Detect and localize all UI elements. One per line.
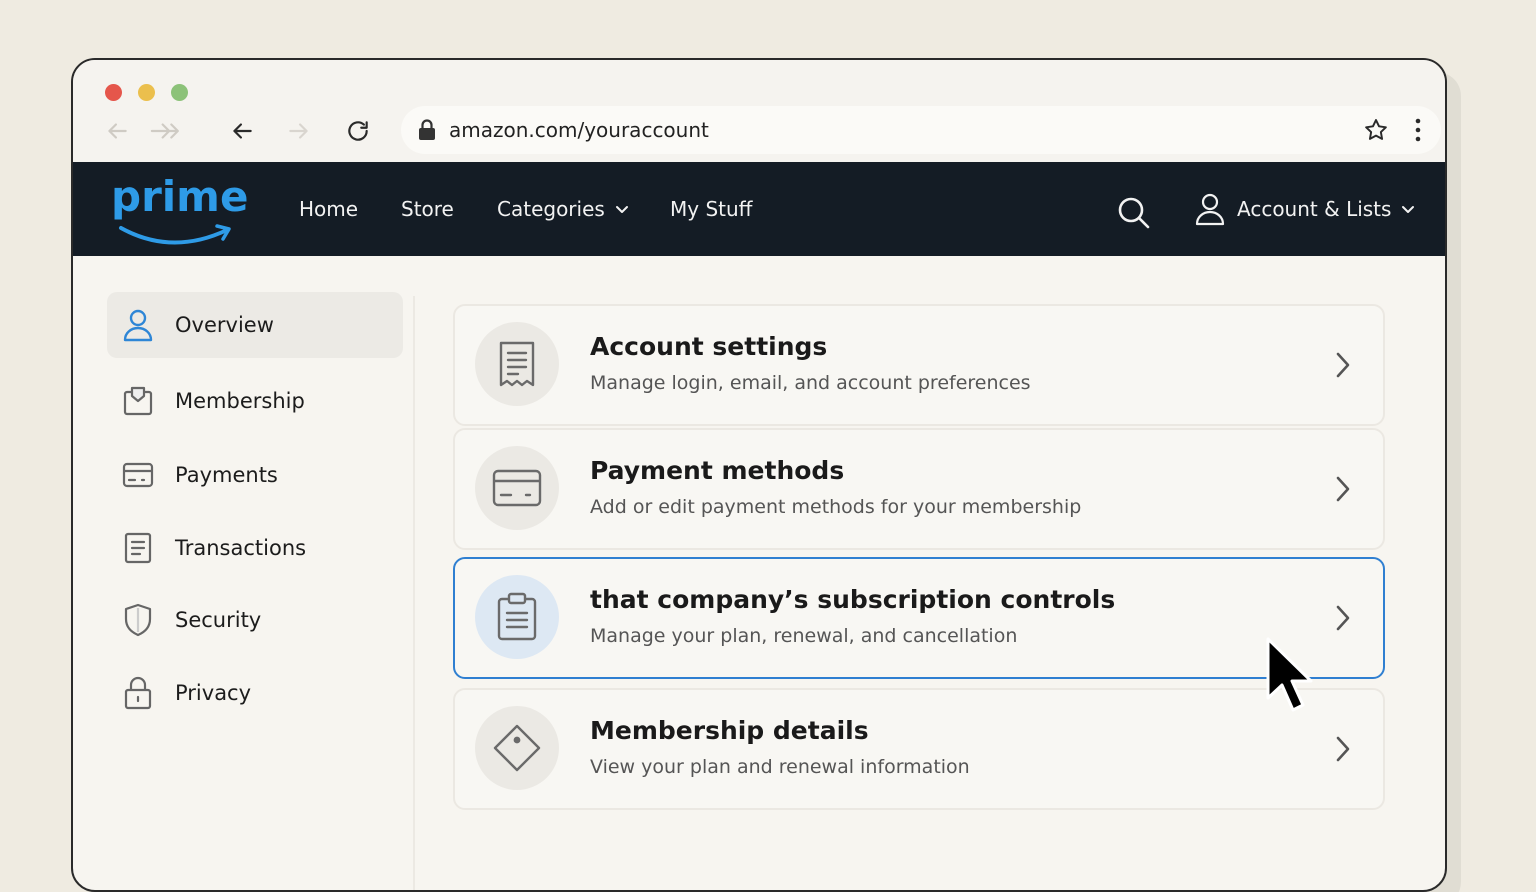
chevron-right-icon [1336, 736, 1350, 762]
search-icon[interactable] [1117, 196, 1151, 230]
browser-window: amazon.com/youraccount prime Home Store … [71, 58, 1447, 892]
account-settings-card[interactable]: Account settings Manage login, email, an… [453, 304, 1385, 426]
reload-button[interactable] [344, 117, 372, 145]
card-title: Membership details [590, 716, 869, 745]
sidebar-item-label: Membership [175, 389, 305, 413]
maximize-window-button[interactable] [171, 84, 188, 101]
nav-home-label: Home [299, 197, 359, 221]
credit-card-icon [121, 458, 155, 492]
card-title: Account settings [590, 332, 828, 361]
nav-my-stuff[interactable]: My Stuff [670, 162, 752, 256]
sidebar: Overview Membership Payments Transaction… [73, 256, 415, 890]
card-title: Payment methods [590, 456, 845, 485]
back-button[interactable] [228, 117, 256, 145]
sidebar-item-label: Payments [175, 463, 278, 487]
sidebar-divider [413, 296, 415, 890]
chevron-right-icon [1336, 352, 1350, 378]
sidebar-item-label: Transactions [175, 536, 307, 560]
sidebar-item-payments[interactable]: Payments [107, 442, 403, 508]
clipboard-icon [475, 575, 559, 659]
membership-details-card[interactable]: Membership details View your plan and re… [453, 688, 1385, 810]
back-disabled-icon [103, 117, 131, 145]
payment-methods-card[interactable]: Payment methods Add or edit payment meth… [453, 428, 1385, 550]
prime-logo[interactable]: prime [111, 172, 248, 250]
user-icon [1195, 193, 1225, 226]
chevron-right-icon [1336, 476, 1350, 502]
shield-icon [121, 603, 155, 637]
user-icon [121, 308, 155, 342]
url-text[interactable]: amazon.com/youraccount [449, 118, 709, 142]
sidebar-item-label: Overview [175, 313, 274, 337]
nav-categories[interactable]: Categories [497, 162, 629, 256]
address-bar[interactable]: amazon.com/youraccount [401, 106, 1441, 154]
nav-my-stuff-label: My Stuff [670, 197, 753, 221]
card-description: Add or edit payment methods for your mem… [590, 496, 1082, 518]
nav-home[interactable]: Home [299, 162, 358, 256]
logo-text: prime [111, 172, 249, 221]
credit-card-icon [475, 446, 559, 530]
bookmark-star-icon[interactable] [1363, 117, 1389, 143]
tag-icon [475, 706, 559, 790]
sidebar-item-label: Privacy [175, 681, 252, 705]
forward-disabled-icon [147, 117, 187, 145]
nav-store-label: Store [401, 197, 454, 221]
sidebar-item-security[interactable]: Security [107, 587, 403, 653]
lock-icon [419, 119, 435, 140]
browser-chrome: amazon.com/youraccount [73, 60, 1445, 162]
account-lists-menu[interactable]: Account & Lists [1195, 162, 1415, 256]
document-icon [121, 531, 155, 565]
membership-box-icon [121, 384, 155, 418]
card-title: that company’s subscription controls [590, 585, 1116, 614]
minimize-window-button[interactable] [138, 84, 155, 101]
smile-arrow-icon [119, 224, 231, 245]
close-window-button[interactable] [105, 84, 122, 101]
lock-icon [121, 676, 155, 710]
sidebar-item-overview[interactable]: Overview [107, 292, 403, 358]
nav-categories-label: Categories [497, 197, 605, 221]
nav-store[interactable]: Store [401, 162, 454, 256]
card-description: Manage your plan, renewal, and cancellat… [590, 625, 1018, 647]
chevron-down-icon [1402, 206, 1415, 213]
mouse-cursor-icon [1266, 637, 1313, 712]
account-lists-label: Account & Lists [1237, 197, 1392, 221]
card-description: Manage login, email, and account prefere… [590, 372, 1031, 394]
chevron-down-icon [615, 206, 628, 213]
browser-menu-icon[interactable] [1413, 117, 1423, 143]
sidebar-item-label: Security [175, 608, 262, 632]
subscription-controls-card[interactable]: that company’s subscription controls Man… [453, 557, 1385, 679]
sidebar-item-membership[interactable]: Membership [107, 368, 403, 434]
site-header: prime Home Store Categories My Stuff Acc… [73, 162, 1445, 256]
forward-button[interactable] [285, 117, 313, 145]
sidebar-item-transactions[interactable]: Transactions [107, 515, 403, 581]
sidebar-item-privacy[interactable]: Privacy [107, 660, 403, 726]
chevron-right-icon [1336, 605, 1350, 631]
card-description: View your plan and renewal information [590, 756, 970, 778]
receipt-icon [475, 322, 559, 406]
